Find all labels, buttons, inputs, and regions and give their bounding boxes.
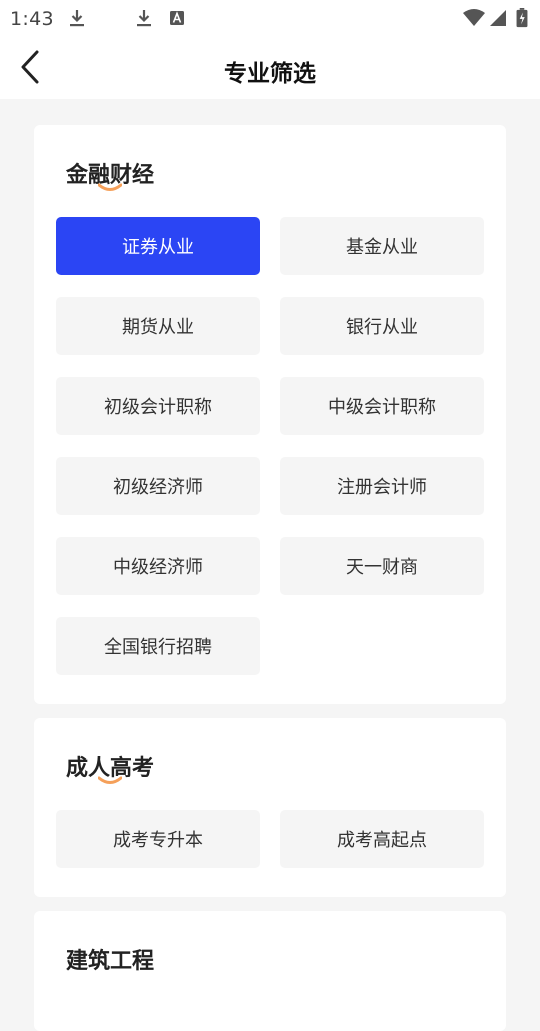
option-chip-junior-economist[interactable]: 初级经济师 <box>56 457 260 515</box>
option-chip-upgrade-to-bachelor[interactable]: 成考专升本 <box>56 810 260 868</box>
option-chip-intermediate-accountant[interactable]: 中级会计职称 <box>280 377 484 435</box>
section-card-finance: 金融财经 证券从业 基金从业 期货从业 银行从业 初级会计职称 中级会计职称 初… <box>34 125 506 704</box>
section-title: 建筑工程 <box>66 949 155 974</box>
page-title: 专业筛选 <box>224 61 316 87</box>
option-chip-banking[interactable]: 银行从业 <box>280 297 484 355</box>
option-chip-junior-accountant[interactable]: 初级会计职称 <box>56 377 260 435</box>
signal-icon <box>490 10 506 26</box>
status-time: 1:43 <box>10 8 54 30</box>
title-underline-swoosh <box>98 183 122 191</box>
download-icon <box>137 10 151 27</box>
section-card-construction: 建筑工程 <box>34 911 506 1031</box>
option-chip-tianyi-caishang[interactable]: 天一财商 <box>280 537 484 595</box>
title-underline-swoosh <box>98 776 122 784</box>
section-card-adult-exam: 成人高考 成考专升本 成考高起点 <box>34 718 506 897</box>
option-chip-cpa[interactable]: 注册会计师 <box>280 457 484 515</box>
option-chip-futures[interactable]: 期货从业 <box>56 297 260 355</box>
option-chip-high-school-start[interactable]: 成考高起点 <box>280 810 484 868</box>
option-chip-fund[interactable]: 基金从业 <box>280 217 484 275</box>
option-chip-intermediate-economist[interactable]: 中级经济师 <box>56 537 260 595</box>
top-bar: 专业筛选 <box>0 36 540 99</box>
download-icon <box>70 10 84 27</box>
font-a-icon <box>170 11 184 25</box>
status-bar: 1:43 <box>0 0 540 36</box>
wifi-icon <box>463 9 485 26</box>
option-chip-bank-recruitment[interactable]: 全国银行招聘 <box>56 617 260 675</box>
battery-charging-icon <box>516 8 528 28</box>
option-chip-securities[interactable]: 证券从业 <box>56 217 260 275</box>
